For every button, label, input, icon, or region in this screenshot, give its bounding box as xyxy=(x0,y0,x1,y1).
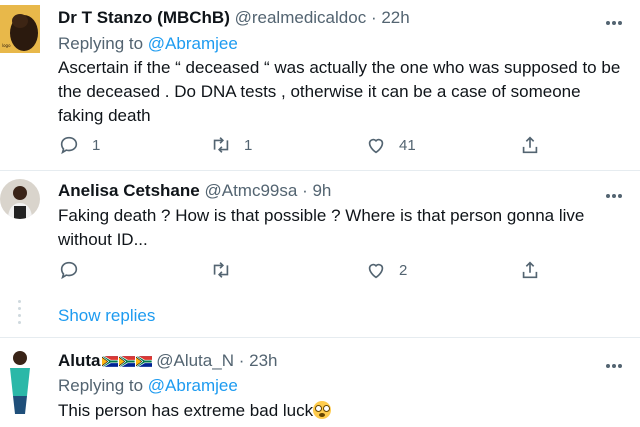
reply-icon xyxy=(60,261,78,280)
replying-to: Replying to @Abramjee xyxy=(58,376,238,396)
like-count: 2 xyxy=(399,261,408,279)
more-options-icon[interactable] xyxy=(606,12,628,25)
author-name[interactable]: Anelisa Cetshane xyxy=(58,181,200,200)
more-options-icon[interactable] xyxy=(606,185,628,198)
reply-icon xyxy=(60,136,78,155)
separator: · xyxy=(302,181,308,200)
tweet-header: Aluta @Aluta_N · 23h xyxy=(58,351,278,371)
retweet-icon xyxy=(213,137,229,153)
share-button[interactable] xyxy=(519,133,553,157)
south-africa-flag-icon xyxy=(118,356,135,368)
separator: · xyxy=(370,8,377,27)
flushed-face-icon xyxy=(313,401,332,419)
more-options-icon[interactable] xyxy=(606,355,628,368)
timestamp[interactable]: 9h xyxy=(312,181,331,200)
timestamp[interactable]: 22h xyxy=(381,8,409,27)
author-handle[interactable]: @realmedicaldoc xyxy=(235,8,367,27)
reply-button[interactable]: 1 xyxy=(58,133,100,157)
tweet-actions: 1 1 41 xyxy=(58,133,558,157)
timestamp[interactable]: 23h xyxy=(249,351,277,370)
tweet-3[interactable]: Aluta @Aluta_N · 23h Replying to @Abramj… xyxy=(0,338,640,427)
heart-icon xyxy=(368,263,384,279)
replying-to: Replying to @Abramjee xyxy=(58,34,238,54)
retweet-button[interactable]: 1 xyxy=(210,133,252,157)
replying-label: Replying to xyxy=(58,34,144,53)
share-button[interactable] xyxy=(519,258,553,282)
author-name[interactable]: Aluta xyxy=(58,351,101,370)
reply-button[interactable] xyxy=(58,258,92,282)
tweet-text: Ascertain if the “ deceased “ was actual… xyxy=(58,58,621,125)
tweet-text-row: This person has extreme bad luck xyxy=(58,399,628,423)
svg-text:logo: logo xyxy=(2,43,11,48)
thread-dots xyxy=(18,300,22,328)
separator: · xyxy=(238,351,245,370)
retweet-icon xyxy=(213,262,229,278)
share-icon xyxy=(522,136,538,154)
avatar-dog[interactable]: logo xyxy=(0,5,40,53)
replying-label: Replying to xyxy=(58,376,144,395)
like-button[interactable]: 2 xyxy=(365,258,407,282)
heart-icon xyxy=(368,138,384,154)
tweet-actions: 2 xyxy=(58,258,558,282)
south-africa-flag-icon xyxy=(101,356,118,368)
south-africa-flag-icon xyxy=(135,356,152,368)
retweet-count: 1 xyxy=(244,136,253,154)
tweet-text: This person has extreme bad luck xyxy=(58,401,314,420)
tweet-header: Dr T Stanzo (MBChB) @realmedicaldoc · 22… xyxy=(58,8,410,28)
avatar-person[interactable] xyxy=(0,179,40,219)
reply-count: 1 xyxy=(92,136,101,154)
tweet-1[interactable]: logo Dr T Stanzo (MBChB) @realmedicaldoc… xyxy=(0,0,640,170)
retweet-button[interactable] xyxy=(210,258,244,282)
avatar-person[interactable] xyxy=(0,346,40,416)
share-icon xyxy=(522,261,538,279)
tweet-header: Anelisa Cetshane @Atmc99sa · 9h xyxy=(58,181,331,201)
replying-handle[interactable]: @Abramjee xyxy=(148,34,238,53)
like-button[interactable]: 41 xyxy=(365,133,416,157)
show-replies-link[interactable]: Show replies xyxy=(58,306,155,326)
tweet-2[interactable]: Anelisa Cetshane @Atmc99sa · 9h Faking d… xyxy=(0,171,640,291)
author-handle[interactable]: @Aluta_N xyxy=(156,351,234,370)
like-count: 41 xyxy=(399,136,416,154)
replying-handle[interactable]: @Abramjee xyxy=(148,376,238,395)
author-name[interactable]: Dr T Stanzo (MBChB) xyxy=(58,8,230,27)
tweet-text: Faking death ? How is that possible ? Wh… xyxy=(58,206,585,249)
author-handle[interactable]: @Atmc99sa xyxy=(204,181,297,200)
